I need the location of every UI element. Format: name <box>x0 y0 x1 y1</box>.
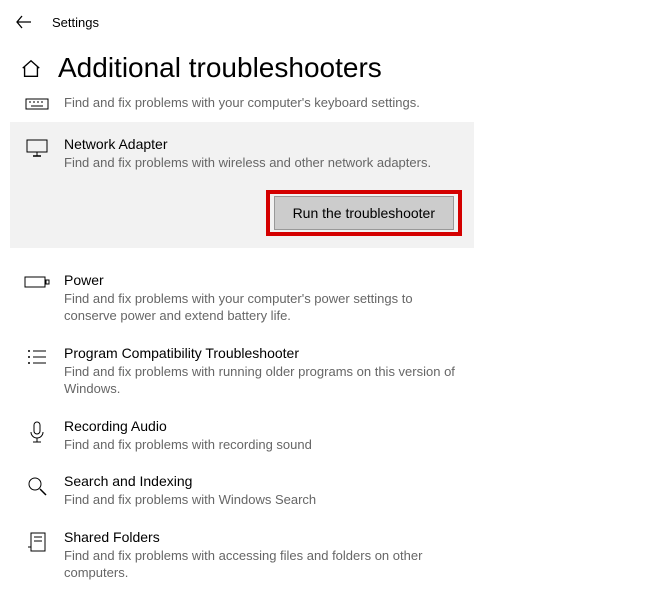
troubleshooter-item-network[interactable]: Network Adapter Find and fix problems wi… <box>10 122 474 248</box>
back-button[interactable] <box>14 12 34 32</box>
monitor-icon <box>24 136 50 158</box>
folder-icon <box>24 529 50 553</box>
item-desc: Find and fix problems with your computer… <box>64 94 460 112</box>
item-desc: Find and fix problems with wireless and … <box>64 154 460 172</box>
item-title: Search and Indexing <box>64 473 460 489</box>
list-icon <box>24 345 50 367</box>
item-title: Shared Folders <box>64 529 460 545</box>
troubleshooter-item-shared[interactable]: Shared Folders Find and fix problems wit… <box>10 519 474 592</box>
item-desc: Find and fix problems with your computer… <box>64 290 460 325</box>
item-title: Network Adapter <box>64 136 460 152</box>
home-icon[interactable] <box>18 56 44 80</box>
item-title: Power <box>64 272 460 288</box>
troubleshooter-item-power[interactable]: Power Find and fix problems with your co… <box>10 262 474 335</box>
run-troubleshooter-button[interactable]: Run the troubleshooter <box>274 196 454 230</box>
arrow-left-icon <box>15 13 33 31</box>
troubleshooter-item-compat[interactable]: Program Compatibility Troubleshooter Fin… <box>10 335 474 408</box>
troubleshooter-item-recording[interactable]: Recording Audio Find and fix problems wi… <box>10 408 474 464</box>
search-icon <box>24 473 50 497</box>
page-title: Additional troubleshooters <box>58 52 382 84</box>
microphone-icon <box>24 418 50 444</box>
item-title: Recording Audio <box>64 418 460 434</box>
app-name: Settings <box>52 15 99 30</box>
troubleshooter-item-search[interactable]: Search and Indexing Find and fix problem… <box>10 463 474 519</box>
troubleshooter-item-keyboard[interactable]: Find and fix problems with your computer… <box>10 86 474 122</box>
item-title: Program Compatibility Troubleshooter <box>64 345 460 361</box>
keyboard-icon <box>24 92 50 112</box>
item-desc: Find and fix problems with Windows Searc… <box>64 491 460 509</box>
item-desc: Find and fix problems with running older… <box>64 363 460 398</box>
item-desc: Find and fix problems with accessing fil… <box>64 547 460 582</box>
item-desc: Find and fix problems with recording sou… <box>64 436 460 454</box>
battery-icon <box>24 272 50 290</box>
